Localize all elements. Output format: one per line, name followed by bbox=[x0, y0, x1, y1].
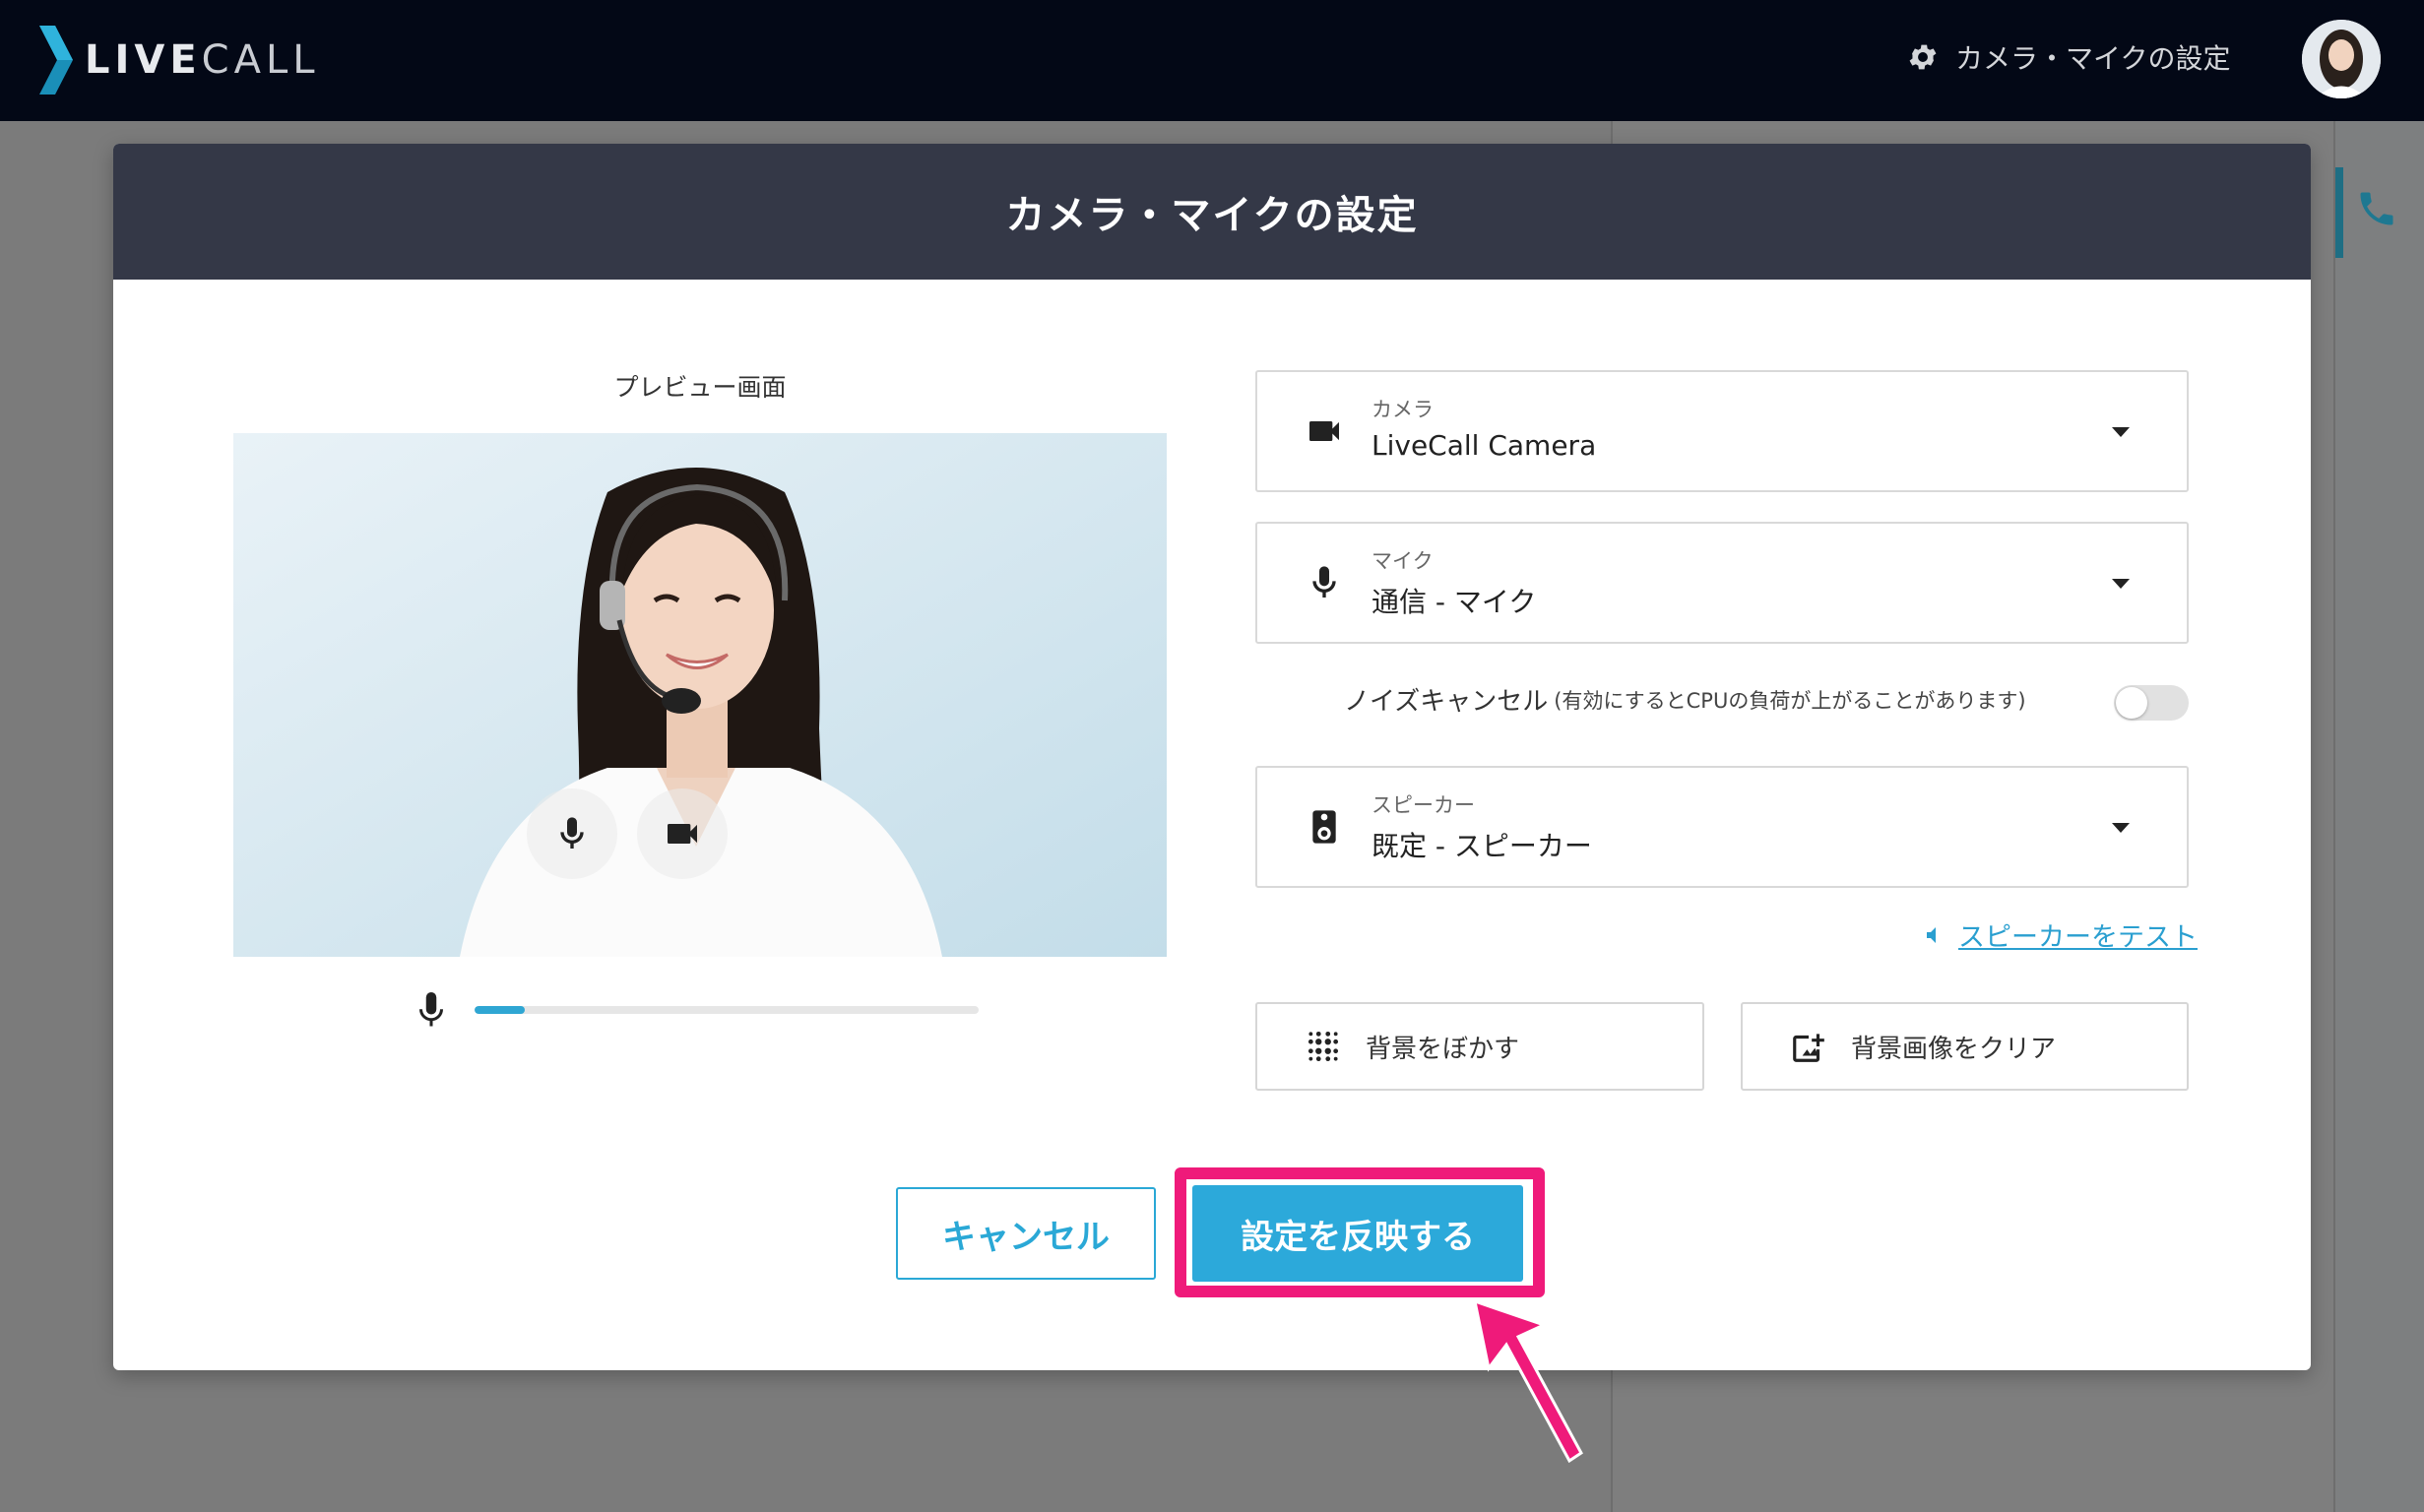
clear-background-image-button[interactable]: 背景画像をクリア bbox=[1741, 1002, 2189, 1091]
logo-text-bold: LIVE bbox=[85, 37, 202, 83]
dialog-title: カメラ・マイクの設定 bbox=[1005, 193, 1419, 238]
mic-select-label: マイク bbox=[1371, 549, 1434, 573]
camera-mic-settings-dialog: カメラ・マイクの設定 プレビュー画面 カメラ LiveCall Camera マ… bbox=[113, 144, 2311, 1370]
blur-background-label: 背景をぼかす bbox=[1366, 1034, 1520, 1064]
preview-label: プレビュー画面 bbox=[613, 373, 787, 402]
video-camera-icon bbox=[1309, 421, 1339, 441]
dropdown-arrow-icon bbox=[2112, 579, 2130, 589]
mic-select[interactable]: マイク 通信 - マイク bbox=[1255, 522, 2189, 644]
microphone-icon bbox=[560, 817, 584, 849]
top-bar: LIVECALL カメラ・マイクの設定 bbox=[0, 0, 2424, 121]
blur-icon bbox=[1308, 1031, 1339, 1062]
speaker-select-label: スピーカー bbox=[1371, 793, 1475, 817]
mic-level-fill bbox=[475, 1006, 526, 1014]
speaker-icon bbox=[1312, 810, 1336, 844]
speaker-select[interactable]: スピーカー 既定 - スピーカー bbox=[1255, 766, 2189, 888]
pointer-arrow-icon bbox=[1473, 1298, 1583, 1464]
dropdown-arrow-icon bbox=[2112, 427, 2130, 437]
noise-cancel-toggle[interactable] bbox=[2114, 685, 2189, 721]
header-settings-label: カメラ・マイクの設定 bbox=[1955, 42, 2231, 75]
speaker-test-label: スピーカーをテスト bbox=[1958, 922, 2198, 953]
add-photo-icon bbox=[1793, 1034, 1824, 1062]
microphone-icon bbox=[1312, 566, 1336, 598]
side-strip bbox=[2333, 121, 2424, 1512]
clear-background-label: 背景画像をクリア bbox=[1851, 1034, 2057, 1064]
speaker-test-link[interactable]: スピーカーをテスト bbox=[1923, 915, 2198, 954]
livecall-logo[interactable]: LIVECALL bbox=[39, 26, 320, 94]
logo-text-light: CALL bbox=[201, 37, 320, 83]
cancel-button[interactable]: キャンセル bbox=[896, 1187, 1156, 1280]
camera-select-label: カメラ bbox=[1371, 398, 1434, 421]
noise-cancel-label: ノイズキャンセル bbox=[1344, 687, 1549, 717]
camera-preview bbox=[233, 433, 1167, 957]
preview-camera-toggle[interactable] bbox=[637, 788, 728, 879]
side-active-indicator bbox=[2335, 167, 2343, 258]
noise-cancel-note: (有効にするとCPUの負荷が上がることがあります) bbox=[1554, 688, 2026, 713]
camera-select[interactable]: カメラ LiveCall Camera bbox=[1255, 370, 2189, 492]
camera-select-value: LiveCall Camera bbox=[1371, 429, 1597, 462]
mic-level-icon bbox=[419, 992, 443, 1027]
speaker-select-value: 既定 - スピーカー bbox=[1371, 830, 1592, 862]
logo-mark-icon bbox=[39, 26, 73, 94]
toggle-knob bbox=[2116, 687, 2147, 719]
avatar-image bbox=[2302, 20, 2381, 98]
video-camera-icon bbox=[668, 824, 697, 844]
noise-cancel-row: ノイズキャンセル (有効にするとCPUの負荷が上がることがあります) bbox=[1344, 681, 2026, 718]
blur-background-button[interactable]: 背景をぼかす bbox=[1255, 1002, 1704, 1091]
phone-icon[interactable] bbox=[2355, 187, 2398, 230]
mic-level-meter bbox=[475, 1006, 979, 1014]
header-settings-link[interactable]: カメラ・マイクの設定 bbox=[1906, 37, 2230, 77]
volume-icon bbox=[1927, 926, 1936, 943]
dropdown-arrow-icon bbox=[2112, 823, 2130, 833]
mic-select-value: 通信 - マイク bbox=[1371, 586, 1537, 618]
preview-mic-toggle[interactable] bbox=[527, 788, 617, 879]
preview-video-image bbox=[233, 433, 1167, 957]
dialog-header: カメラ・マイクの設定 bbox=[113, 144, 2311, 280]
user-avatar[interactable] bbox=[2302, 20, 2381, 98]
gear-icon bbox=[1909, 44, 1937, 70]
apply-settings-button[interactable]: 設定を反映する bbox=[1192, 1185, 1523, 1282]
